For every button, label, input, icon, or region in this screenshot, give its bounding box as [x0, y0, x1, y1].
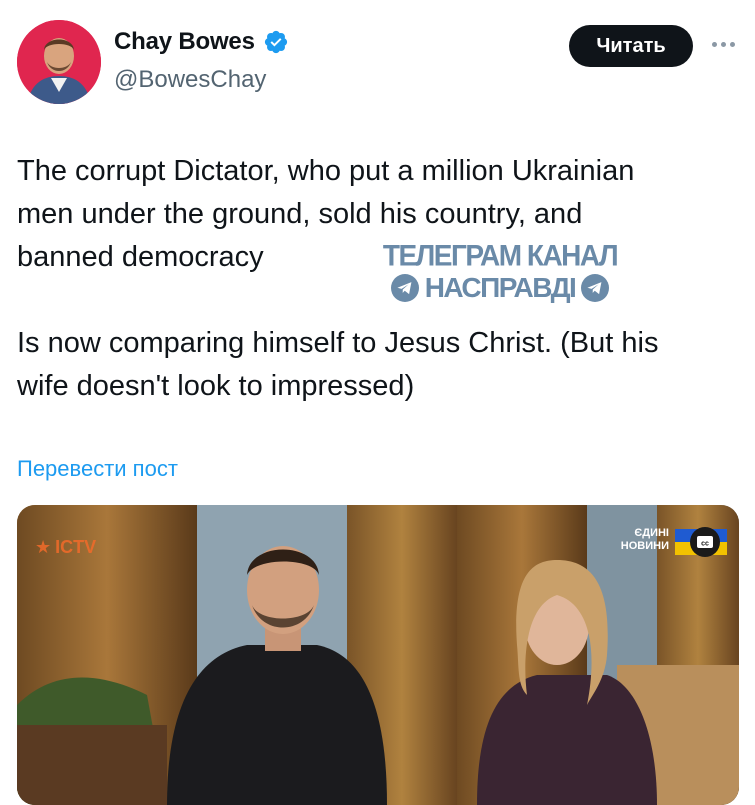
watermark-line2: НАСПРАВДІ — [424, 272, 577, 303]
channel-logo: ★ ICTV — [35, 537, 96, 558]
author-name-row[interactable]: Chay Bowes — [114, 28, 289, 56]
video-media[interactable]: ★ ICTV ЄДИНІ НОВИНИ cc — [17, 505, 739, 805]
captions-label: cc — [701, 541, 709, 548]
more-options-icon[interactable] — [707, 33, 739, 55]
channel-logo-text: ICTV — [55, 537, 97, 557]
watermark-line1: ТЕЛЕГРАМ КАНАЛ — [382, 239, 619, 272]
news-label-line1: ЄДИНІ — [634, 527, 669, 539]
tweet-text-line: The corrupt Dictator, who put a million … — [17, 155, 635, 187]
telegram-watermark: ТЕЛЕГРАМ КАНАЛ НАСПРАВДІ — [355, 239, 645, 310]
tweet-text-line: Is now comparing himself to Jesus Christ… — [17, 327, 659, 359]
star-icon: ★ — [35, 537, 52, 557]
tweet-text-line: men under the ground, sold his country, … — [17, 198, 583, 230]
profile-photo-icon — [17, 20, 101, 104]
tweet-body-paragraph-2: Is now comparing himself to Jesus Christ… — [17, 322, 742, 408]
author-handle[interactable]: @BowesChay — [114, 66, 266, 94]
captions-icon[interactable]: cc — [675, 525, 727, 559]
tweet-text-line: wife doesn't look to impressed) — [17, 370, 415, 402]
telegram-icon — [390, 274, 419, 302]
author-name[interactable]: Chay Bowes — [114, 28, 255, 56]
news-label: ЄДИНІ НОВИНИ — [621, 527, 669, 553]
avatar[interactable] — [17, 20, 101, 104]
watermark-line2-row: НАСПРАВДІ — [355, 272, 645, 304]
telegram-icon — [581, 274, 610, 302]
verified-badge-icon — [264, 30, 287, 54]
tweet-header: Chay Bowes @BowesChay Читать — [0, 0, 755, 120]
follow-button[interactable]: Читать — [569, 25, 693, 67]
translate-post-link[interactable]: Перевести пост — [17, 456, 178, 482]
news-label-line2: НОВИНИ — [620, 540, 669, 552]
